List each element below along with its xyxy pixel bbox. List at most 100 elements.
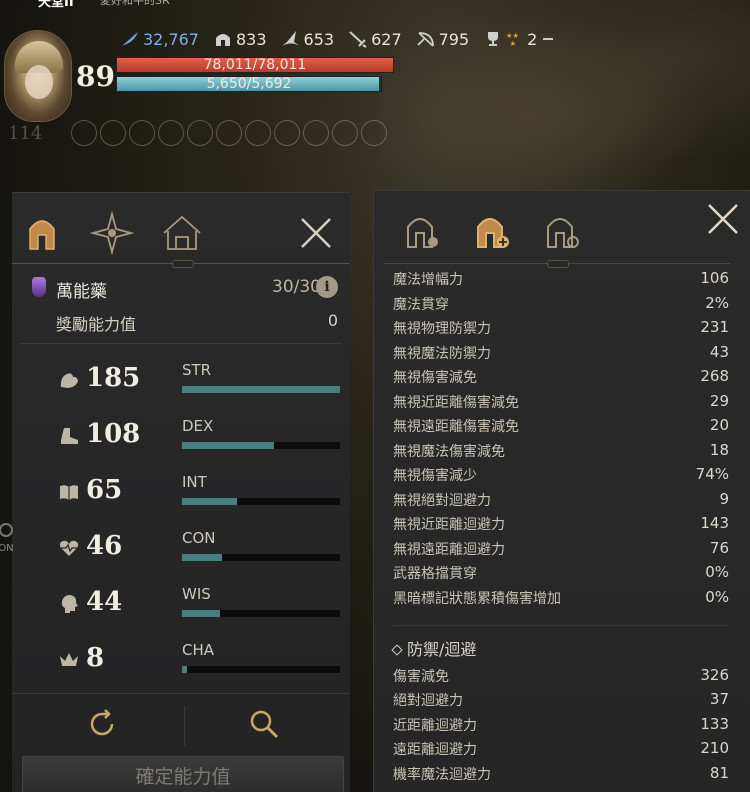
stats-panel: 萬能藥 30/30 i 獎勵能力值 0 185 STR 108 DEX 65 I…: [12, 192, 350, 792]
buff-icon[interactable]: [187, 120, 214, 146]
attribute-bar-fill: [182, 610, 220, 617]
stat-row: 絕對迴避力 37: [393, 690, 729, 714]
boot-dex-icon: [61, 428, 78, 444]
hp-bar: 78,011/78,011: [116, 57, 394, 73]
stat-bow: 795: [416, 30, 469, 49]
section-title-defense: 防禦/迴避: [391, 636, 476, 660]
stat-value: 2%: [705, 294, 729, 312]
stat-label: 武器格擋貫穿: [393, 566, 477, 582]
buff-icon[interactable]: [303, 120, 330, 146]
stat-value: 20: [709, 416, 729, 434]
buff-icon[interactable]: [129, 120, 156, 146]
stat-value: 74%: [695, 465, 729, 483]
divider: [384, 260, 730, 268]
buff-icon[interactable]: [274, 120, 301, 146]
stat-value: 143: [700, 514, 729, 532]
stat-label: 無視物理防禦力: [393, 321, 491, 337]
tab-star-compass[interactable]: [89, 210, 135, 256]
house-tab-icon: [163, 215, 201, 250]
stat-label: 無視近距離迴避力: [393, 517, 505, 533]
attribute-bar-fill: [182, 442, 274, 449]
detail-stats-panel: 魔法增幅力 106 魔法貫穿 2% 無視物理防禦力 231 無視魔法防禦力 43 無視傷…: [373, 190, 750, 792]
buff-icon[interactable]: [158, 120, 185, 146]
elixir-label: 萬能藥: [56, 282, 107, 302]
buff-icon[interactable]: [332, 120, 359, 146]
stat-row: 無視魔法傷害減免 18: [393, 441, 729, 465]
close-panel-button[interactable]: [294, 211, 338, 255]
stat-feather: 32,767: [120, 30, 199, 49]
divider: [20, 343, 342, 344]
helmet-shield-icon: [547, 218, 579, 248]
buff-icon[interactable]: [245, 120, 272, 146]
info-icon[interactable]: i: [316, 276, 338, 298]
stat-label: 魔法增幅力: [393, 272, 463, 288]
stat-row: 魔法貫穿 2%: [393, 294, 729, 318]
buff-icon[interactable]: [71, 120, 98, 146]
buff-icon[interactable]: [361, 120, 388, 146]
stat-row: 無視遠距離迴避力 76: [393, 539, 729, 563]
stat-value: 133: [700, 715, 729, 733]
buff-icon[interactable]: [100, 120, 127, 146]
stat-trophy[interactable]: ★★ ★ 2: [483, 30, 554, 49]
character-name: 天堂II: [38, 0, 74, 10]
arm-strength-icon: [60, 373, 78, 388]
stat-label: 無視絕對迴避力: [393, 493, 491, 509]
tab-house[interactable]: [160, 211, 204, 255]
attribute-cha[interactable]: 8 CHA: [58, 641, 344, 681]
portrait-face: [25, 65, 53, 99]
helmet-icon: [215, 34, 230, 46]
close-detail-button[interactable]: [705, 201, 741, 237]
close-icon: [708, 204, 738, 234]
tab-helmet[interactable]: [20, 211, 64, 255]
dash-icon: [543, 38, 554, 40]
bonus-label: 獎勵能力值: [56, 315, 137, 334]
header-stat-row: 32,767 833 653 627 795 ★★ ★ 2: [120, 28, 554, 50]
stat-label: 黑暗標記狀態累積傷害增加: [393, 591, 561, 607]
attribute-bar-fill: [182, 386, 340, 393]
stat-value: 268: [700, 367, 729, 385]
potion-icon: [32, 277, 46, 297]
stat-row: 無視傷害減免 268: [393, 367, 729, 391]
attribute-bar: [182, 610, 340, 617]
character-portrait[interactable]: [4, 30, 72, 122]
bonus-value: 0: [327, 311, 338, 330]
stats-panel-footer: 確定能力值: [12, 693, 350, 792]
stat-value: 18: [709, 441, 729, 459]
confirm-stats-button[interactable]: 確定能力值: [22, 756, 344, 792]
attribute-wis[interactable]: 44 WIS: [58, 585, 344, 625]
tab-helmet-shield[interactable]: [540, 209, 584, 253]
reset-icon[interactable]: [86, 708, 118, 740]
stat-label: 無視魔法傷害減免: [393, 444, 505, 460]
stat-label: 傷害減免: [393, 669, 449, 685]
attribute-value: 108: [86, 419, 141, 449]
buff-row: 114: [8, 120, 388, 146]
stat-row: 黑暗標記狀態累積傷害增加 0%: [393, 588, 729, 612]
stat-row: 無視絕對迴避力 9: [393, 490, 729, 514]
bow-icon: [416, 32, 434, 47]
stat-value: 231: [700, 318, 729, 336]
title-bar: 天堂II 愛好和平的SR: [0, 0, 750, 10]
tab-helmet-plus[interactable]: [470, 209, 514, 253]
stat-label: 魔法貫穿: [393, 297, 449, 313]
attribute-value: 44: [86, 587, 123, 617]
sword-icon: [349, 31, 367, 48]
stat-row: 傷害減免 326: [393, 666, 729, 690]
stat-label: 近距離迴避力: [393, 718, 477, 734]
stat-value: 326: [700, 666, 729, 684]
attribute-dex[interactable]: 108 DEX: [58, 417, 344, 457]
auto-toggle[interactable]: ON: [0, 520, 24, 554]
stat-value: 833: [235, 29, 267, 49]
wizard-hat-icon: [281, 31, 300, 46]
book-int-icon: [60, 485, 78, 500]
tab-helmet-gear[interactable]: [400, 209, 444, 253]
attribute-con[interactable]: 46 CON: [58, 529, 344, 569]
magnifier-icon[interactable]: [248, 708, 280, 740]
feather-icon: [122, 32, 138, 46]
attribute-int[interactable]: 65 INT: [58, 473, 344, 513]
attribute-value: 8: [86, 643, 105, 673]
attribute-str[interactable]: 185 STR: [58, 361, 344, 401]
buff-icon[interactable]: [216, 120, 243, 146]
stat-row: 無視物理防禦力 231: [393, 318, 729, 342]
stars-icon: ★★★: [506, 31, 519, 48]
diamond-icon: [391, 644, 403, 656]
